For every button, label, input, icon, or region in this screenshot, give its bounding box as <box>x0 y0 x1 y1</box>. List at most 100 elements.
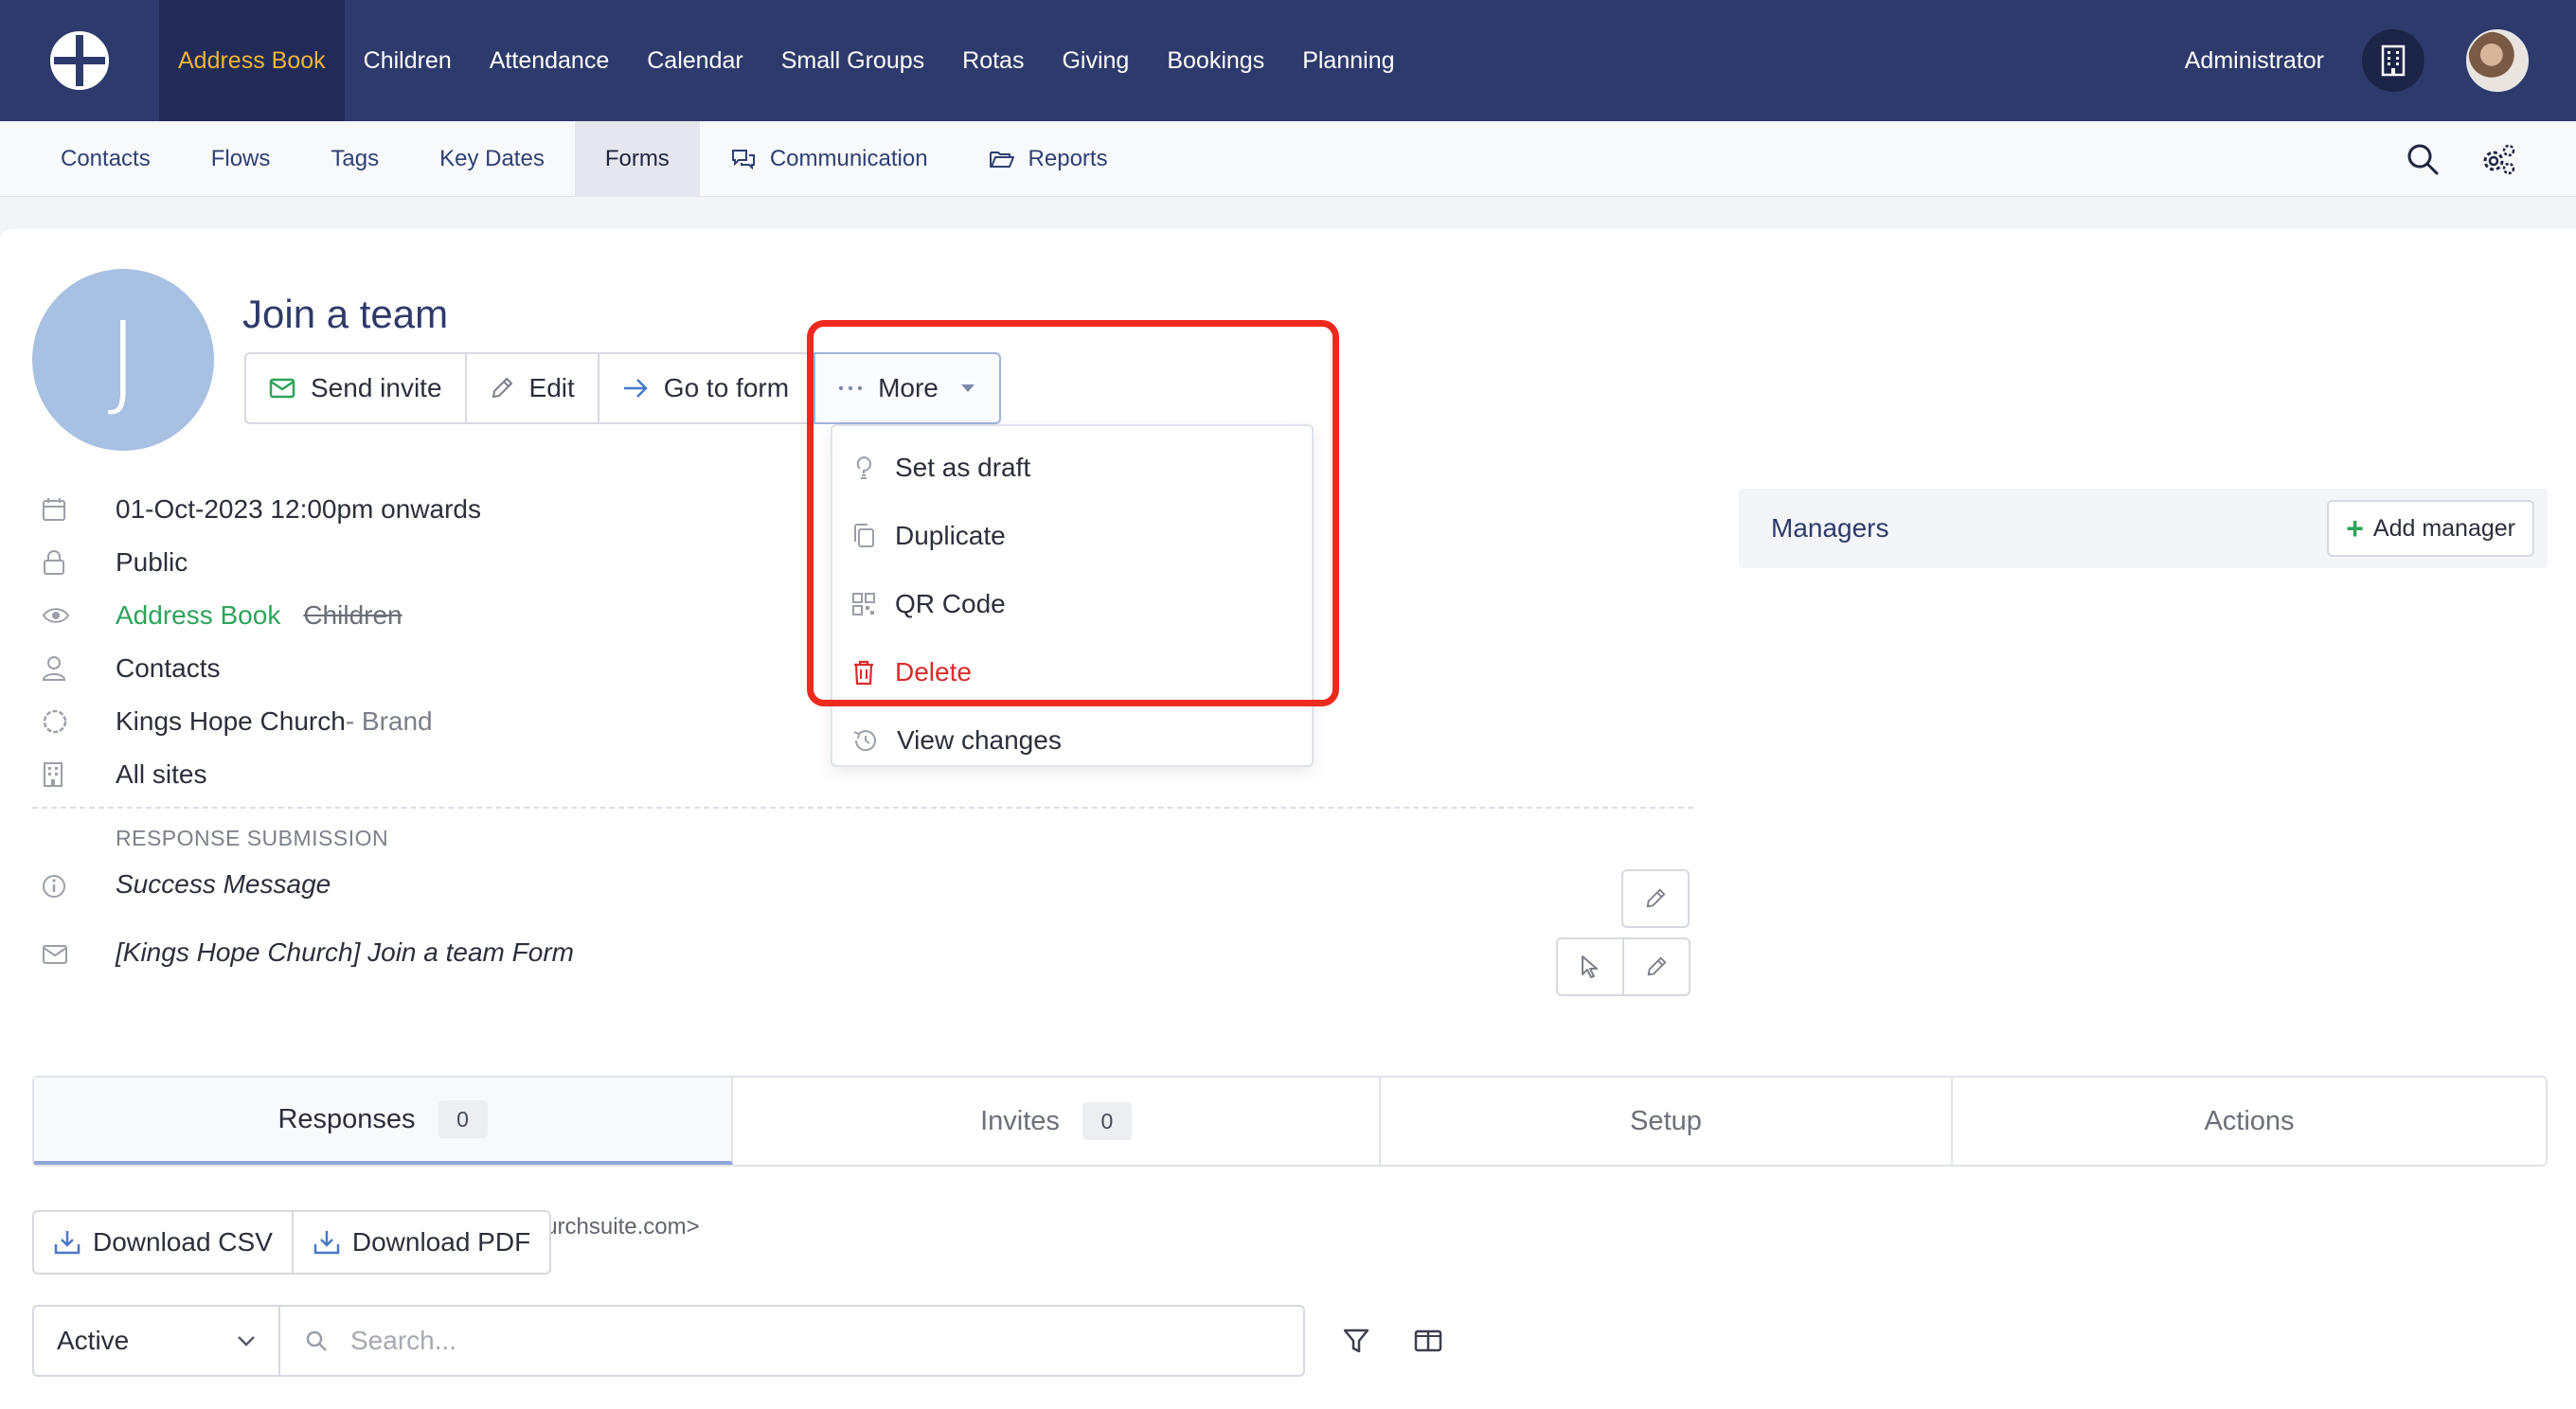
subnav-communication[interactable]: Communication <box>700 121 958 197</box>
filter-button[interactable] <box>1328 1312 1385 1369</box>
nav-calendar[interactable]: Calendar <box>628 0 761 121</box>
form-tabs: Responses 0 Invites 0 Setup Actions <box>32 1076 2548 1167</box>
detail-brand-suffix: - Brand <box>345 706 433 736</box>
user-avatar[interactable] <box>2466 29 2529 92</box>
churchsuite-logo-icon[interactable] <box>0 0 159 121</box>
detail-module-children[interactable]: Children <box>303 600 402 631</box>
status-select[interactable]: Active <box>34 1307 280 1375</box>
envelope-icon <box>269 378 295 399</box>
edit-label: Edit <box>528 373 575 402</box>
tab-actions-label: Actions <box>2204 1105 2295 1136</box>
highlight-annotation-box <box>807 320 1339 706</box>
nav-bookings[interactable]: Bookings <box>1148 0 1283 121</box>
detail-audience: Contacts <box>42 642 481 695</box>
nav-planning[interactable]: Planning <box>1283 0 1413 121</box>
download-icon <box>54 1231 80 1255</box>
success-message-text: Success Message <box>116 869 331 899</box>
detail-module-address-book[interactable]: Address Book <box>116 600 280 631</box>
edit-email-button[interactable] <box>1622 937 1690 996</box>
detail-modules: Address Book Children <box>42 589 481 642</box>
status-select-value: Active <box>57 1326 130 1355</box>
subnav-flows[interactable]: Flows <box>181 121 301 197</box>
calendar-icon <box>43 498 65 521</box>
managers-title: Managers <box>1771 513 1889 543</box>
subnav-key-dates[interactable]: Key Dates <box>409 121 575 197</box>
form-avatar: J <box>32 269 214 451</box>
go-to-form-label: Go to form <box>663 373 790 402</box>
preview-email-button[interactable] <box>1556 937 1624 996</box>
menu-view-changes[interactable]: View changes <box>832 706 1312 775</box>
eye-icon <box>42 608 70 623</box>
download-pdf-label: Download PDF <box>351 1227 531 1257</box>
tab-setup-label: Setup <box>1630 1105 1702 1136</box>
history-icon <box>853 730 876 752</box>
subnav-contacts[interactable]: Contacts <box>0 121 181 197</box>
chat-bubbles-icon <box>731 149 755 169</box>
download-icon <box>313 1231 340 1255</box>
nav-rotas[interactable]: Rotas <box>943 0 1043 121</box>
download-csv-label: Download CSV <box>93 1227 273 1257</box>
folder-open-icon <box>989 151 1014 168</box>
detail-date-text: 01-Oct-2023 12:00pm onwards <box>116 494 481 524</box>
nav-attendance[interactable]: Attendance <box>471 0 629 121</box>
go-to-form-button[interactable]: Go to form <box>599 354 814 422</box>
lock-icon <box>44 550 64 575</box>
tab-responses-label: Responses <box>277 1103 416 1134</box>
nav-children[interactable]: Children <box>345 0 471 121</box>
detail-visibility-text: Public <box>116 547 188 577</box>
menu-view-changes-label: View changes <box>897 725 1062 755</box>
brand-circle-icon <box>43 709 67 734</box>
detail-visibility: Public <box>42 536 481 589</box>
edit-button[interactable]: Edit <box>467 354 599 422</box>
subnav-reports-label: Reports <box>1028 145 1108 171</box>
filter-bar: Active <box>32 1305 1305 1377</box>
columns-button[interactable] <box>1400 1312 1457 1369</box>
subnav-forms[interactable]: Forms <box>574 120 700 197</box>
tab-invites[interactable]: Invites 0 <box>733 1078 1381 1165</box>
edit-success-message-button[interactable] <box>1621 869 1690 928</box>
email-row: [Kings Hope Church] Join a team Form <box>42 937 574 972</box>
settings-button[interactable] <box>2460 121 2536 197</box>
administrator-label[interactable]: Administrator <box>2185 47 2324 75</box>
detail-brand-name: Kings Hope Church <box>116 706 346 736</box>
nav-small-groups[interactable]: Small Groups <box>762 0 943 121</box>
top-navigation: Address Book Children Attendance Calenda… <box>0 0 2576 121</box>
nav-giving[interactable]: Giving <box>1043 0 1148 121</box>
gears-icon <box>2483 144 2515 174</box>
success-message-row: Success Message <box>42 869 331 903</box>
pencil-icon <box>1647 956 1667 976</box>
tab-invites-label: Invites <box>980 1105 1060 1136</box>
search-button[interactable] <box>2385 121 2460 197</box>
detail-sites: All sites <box>42 748 481 801</box>
building-button[interactable] <box>2362 29 2424 92</box>
pencil-icon <box>492 377 512 399</box>
subnav-tags[interactable]: Tags <box>300 121 409 197</box>
funnel-icon <box>1343 1329 1369 1353</box>
tab-responses[interactable]: Responses 0 <box>34 1078 733 1165</box>
download-pdf-button[interactable]: Download PDF <box>294 1212 549 1273</box>
subnav-communication-label: Communication <box>769 145 928 171</box>
subnav-reports[interactable]: Reports <box>958 121 1138 197</box>
building-icon <box>2381 45 2406 77</box>
chevron-down-icon <box>238 1336 255 1347</box>
managers-panel: Managers + Add manager <box>1739 489 2548 568</box>
detail-date: 01-Oct-2023 12:00pm onwards <box>42 483 481 536</box>
sub-navigation: Contacts Flows Tags Key Dates Forms Comm… <box>0 120 2576 197</box>
add-manager-button[interactable]: + Add manager <box>2327 500 2534 557</box>
search-icon <box>2407 144 2439 174</box>
plus-icon: + <box>2346 510 2364 545</box>
page-title: Join a team <box>242 292 449 336</box>
detail-brand: Kings Hope Church - Brand <box>42 695 481 748</box>
person-icon <box>42 656 66 681</box>
send-invite-button[interactable]: Send invite <box>246 354 467 422</box>
details-divider <box>32 807 1693 809</box>
search-icon <box>306 1330 327 1351</box>
columns-icon <box>1414 1329 1442 1352</box>
cursor-icon <box>1582 955 1598 978</box>
tab-setup[interactable]: Setup <box>1381 1078 1953 1165</box>
download-csv-button[interactable]: Download CSV <box>34 1212 294 1273</box>
search-input[interactable] <box>350 1326 1303 1356</box>
tab-actions[interactable]: Actions <box>1953 1078 2546 1165</box>
nav-address-book[interactable]: Address Book <box>159 0 345 121</box>
envelope-icon <box>43 945 67 964</box>
